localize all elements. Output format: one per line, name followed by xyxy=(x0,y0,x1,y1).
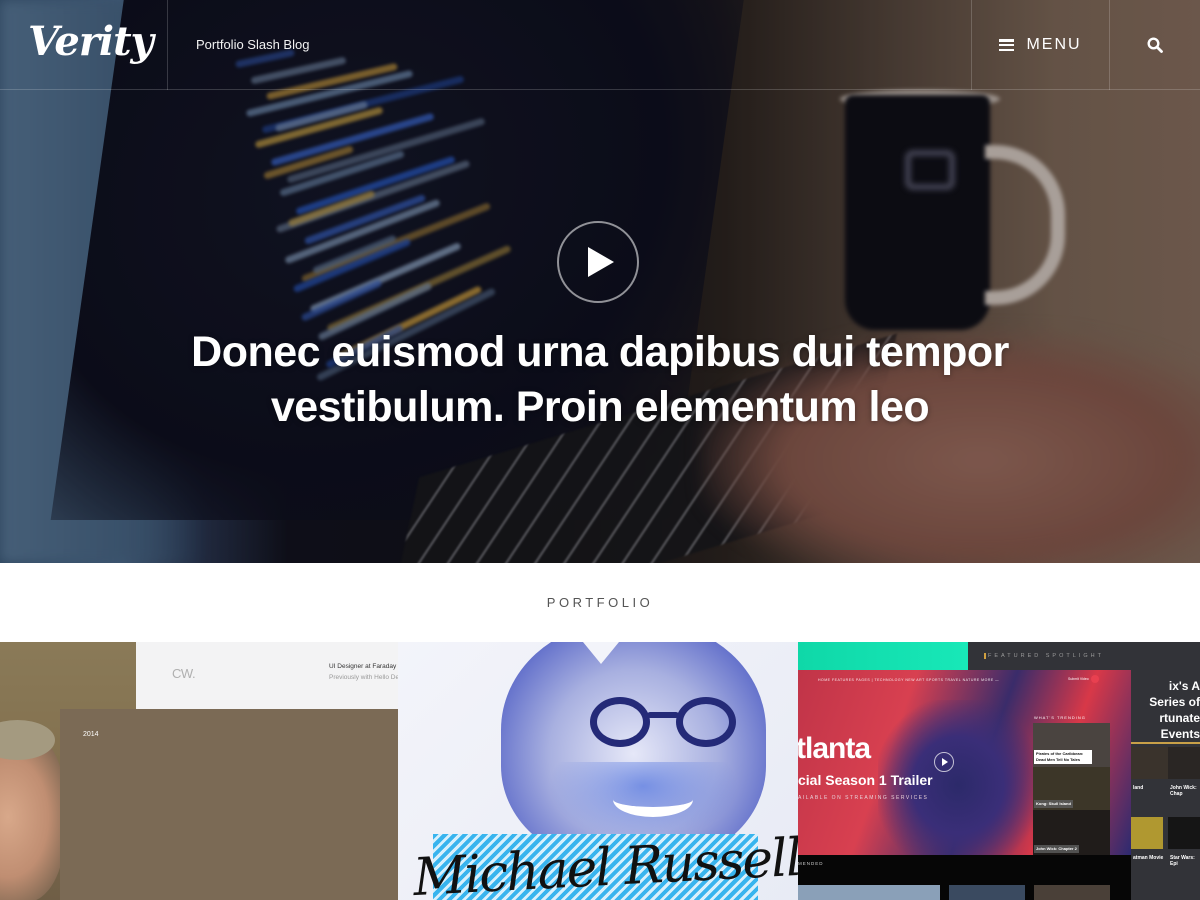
portfolio-item[interactable]: CW. UI Designer at Faraday I Previously … xyxy=(0,642,398,900)
mock-subtitle: cial Season 1 Trailer xyxy=(798,772,933,788)
trending-label: WHAT'S TRENDING xyxy=(1034,715,1086,720)
year-panel: 2014 xyxy=(60,709,398,900)
menu-label: MENU xyxy=(1026,36,1082,53)
role-text: UI Designer at Faraday I xyxy=(329,663,398,670)
search-button[interactable] xyxy=(1110,0,1200,90)
menu-button[interactable]: MENU xyxy=(972,0,1109,90)
mock-title: tlanta xyxy=(798,732,871,765)
portfolio-section-label: PORTFOLIO xyxy=(546,595,654,610)
play-icon xyxy=(934,752,954,772)
play-video-button[interactable] xyxy=(557,221,639,303)
site-header: Verity Portfolio Slash Blog MENU xyxy=(0,0,1200,90)
year-label: 2014 xyxy=(83,731,99,738)
play-icon xyxy=(588,247,614,277)
site-logo[interactable]: Verity xyxy=(28,18,154,65)
hero-section: Verity Portfolio Slash Blog MENU Donec e… xyxy=(0,0,1200,563)
search-icon xyxy=(1147,37,1163,53)
hero-title[interactable]: Donec euismod urna dapibus dui tempor ve… xyxy=(150,325,1050,435)
cw-logo: CW. xyxy=(172,666,196,681)
hamburger-icon xyxy=(999,39,1015,51)
mock-nav: HOME FEATURES PAGES | TECHNOLOGY NEW ART… xyxy=(818,678,1000,682)
portfolio-item[interactable]: FEATURED SPOTLIGHT ix's A Series of rtun… xyxy=(798,642,1200,900)
header-divider xyxy=(167,0,168,90)
portfolio-item[interactable]: Michael Russell xyxy=(398,642,798,900)
featured-label: FEATURED SPOTLIGHT xyxy=(984,653,1104,659)
glasses-icon xyxy=(590,697,650,747)
previously-text: Previously with Hello De xyxy=(329,674,398,681)
featured-headline: ix's A Series of rtunate Events xyxy=(1131,678,1200,744)
site-tagline: Portfolio Slash Blog xyxy=(196,37,310,52)
video-hero-screenshot: HOME FEATURES PAGES | TECHNOLOGY NEW ART… xyxy=(798,670,1131,855)
header-card: CW. UI Designer at Faraday I Previously … xyxy=(136,642,398,709)
